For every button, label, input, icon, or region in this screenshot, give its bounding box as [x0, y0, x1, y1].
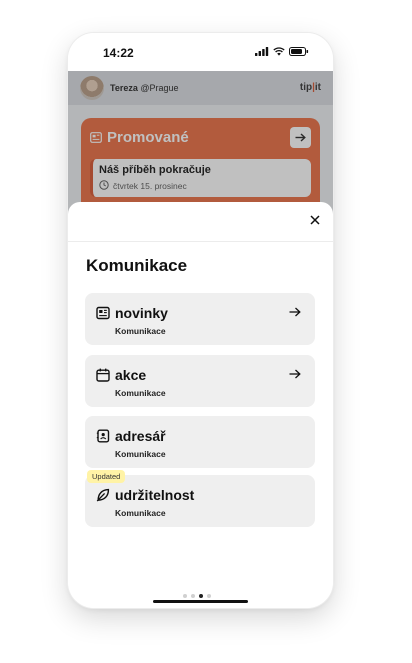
- arrow-right-icon: [289, 307, 301, 317]
- status-icons: [255, 47, 309, 56]
- phone-frame: 14:22 Tereza @Prague tip|it Promované Ná…: [68, 33, 333, 608]
- sheet-header: [68, 202, 333, 242]
- menu-item-akce[interactable]: akce Komunikace: [85, 355, 315, 407]
- menu-item-subtitle: Komunikace: [115, 326, 166, 336]
- bottom-sheet: Komunikace novinky Komunikace akce Komun…: [68, 202, 333, 608]
- page-dot: [191, 594, 195, 598]
- close-icon: [310, 215, 320, 225]
- address-book-icon: [96, 429, 110, 443]
- wifi-icon: [273, 47, 285, 56]
- page-dot-active: [199, 594, 203, 598]
- page-indicator: [183, 594, 211, 598]
- calendar-icon: [96, 368, 110, 382]
- menu-item-label: akce: [115, 367, 147, 383]
- leaf-icon: [96, 488, 110, 502]
- status-bar: 14:22: [68, 33, 333, 71]
- menu-item-adresar[interactable]: adresář Komunikace: [85, 416, 315, 468]
- menu-item-subtitle: Komunikace: [115, 508, 166, 518]
- menu-item-subtitle: Komunikace: [115, 388, 166, 398]
- newspaper-icon: [96, 306, 110, 320]
- menu-item-novinky[interactable]: novinky Komunikace: [85, 293, 315, 345]
- sheet-title: Komunikace: [86, 256, 188, 275]
- page-dot: [207, 594, 211, 598]
- menu-item-label: udržitelnost: [115, 487, 195, 503]
- arrow-right-icon: [289, 369, 301, 379]
- menu-item-subtitle: Komunikace: [115, 449, 166, 459]
- updated-badge: Updated: [87, 470, 126, 483]
- page-dot: [183, 594, 187, 598]
- menu-item-label: adresář: [115, 428, 166, 444]
- battery-icon: [289, 47, 309, 56]
- status-time: 14:22: [103, 46, 134, 60]
- menu-item-label: novinky: [115, 305, 168, 321]
- close-button[interactable]: [307, 212, 323, 228]
- signal-icon: [255, 47, 269, 56]
- home-indicator[interactable]: [153, 600, 248, 603]
